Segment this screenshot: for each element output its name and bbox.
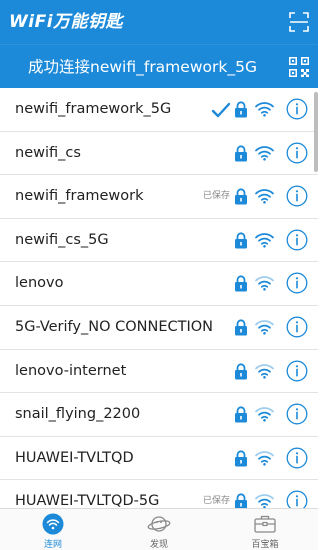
info-icon[interactable] [286,360,308,382]
info-icon[interactable] [286,229,308,251]
lock-icon [235,232,247,249]
planet-icon [147,516,171,532]
nav-item-planet[interactable]: 发现 [106,509,212,550]
info-icon[interactable] [286,185,308,207]
wifi-signal-icon [255,276,274,291]
network-name: HUAWEI-TVLTQD [15,449,134,466]
nav-label: 百宝箱 [251,540,279,550]
qr-code-icon[interactable] [288,56,310,78]
wifi-network-row[interactable]: HUAWEI-TVLTQD-5G 已保存 [0,480,318,508]
network-name: newifi_framework_5G [15,101,172,117]
lock-icon [235,145,247,162]
wifi-signal-icon [255,320,274,335]
saved-label: 已保存 [202,191,230,202]
network-name: newifi_framework [15,188,144,205]
wifi-signal-icon [255,407,274,422]
nav-item-wifi[interactable]: 连网 [0,509,106,550]
info-icon[interactable] [286,272,308,294]
lock-icon [235,188,247,205]
network-name: newifi_cs_5G [15,231,109,248]
connection-status-bar: 成功连接newifi_framework_5G [0,44,318,88]
info-icon[interactable] [286,490,308,508]
wifi-network-row[interactable]: newifi_framework_5G [0,88,318,132]
nav-item-toolbox[interactable]: 百宝箱 [212,509,318,550]
scan-icon[interactable] [289,12,309,32]
nav-label: 连网 [43,540,62,550]
lock-icon [235,493,247,508]
info-icon[interactable] [286,98,308,120]
wifi-network-row[interactable]: newifi_cs [0,132,318,176]
info-icon[interactable] [286,447,308,469]
wifi-network-list: newifi_framework_5G newifi_cs newifi_frame… [0,88,318,508]
wifi-network-row[interactable]: lenovo [0,262,318,306]
wifi-signal-icon [255,494,274,508]
wifi-network-row[interactable]: HUAWEI-TVLTQD [0,437,318,481]
toolbox-icon [254,515,276,533]
wifi-signal-icon [255,232,274,248]
connected-check-icon [211,102,231,118]
wifi-network-row[interactable]: lenovo-internet [0,350,318,394]
connection-status-text: 成功连接newifi_framework_5G [28,58,257,76]
bottom-navigation: 连网 发现 百宝箱 [0,508,318,550]
wifi-signal-icon [255,189,274,204]
lock-icon [235,406,247,423]
network-name: 5G-Verify_NO CONNECTION [15,318,214,335]
info-icon[interactable] [286,316,308,338]
lock-icon [235,450,247,467]
wifi-icon [42,513,64,535]
wifi-signal-icon [255,102,274,117]
wifi-signal-icon [255,363,274,379]
wifi-network-row[interactable]: snail_flying_2200 [0,393,318,437]
wifi-network-row[interactable]: newifi_cs_5G [0,219,318,263]
wifi-network-row[interactable]: 5G-Verify_NO CONNECTION [0,306,318,350]
info-icon[interactable] [286,403,308,425]
wifi-network-row[interactable]: newifi_framework 已保存 [0,175,318,219]
lock-icon [235,319,247,336]
info-icon[interactable] [286,142,308,164]
network-name: HUAWEI-TVLTQD-5G [15,493,160,508]
scrollbar[interactable] [314,92,318,172]
saved-label: 已保存 [202,496,230,507]
wifi-signal-icon [255,145,274,161]
network-name: lenovo-internet [15,362,127,379]
lock-icon [235,101,247,118]
app-title: WiFi万能钥匙 [9,12,124,32]
lock-icon [235,362,247,380]
lock-icon [235,275,247,292]
nav-label: 发现 [149,540,168,550]
wifi-signal-icon [255,450,274,466]
network-name: newifi_cs [15,144,81,161]
network-name: lenovo [15,275,64,292]
top-bar: WiFi万能钥匙 [0,0,318,44]
network-name: snail_flying_2200 [15,406,141,423]
